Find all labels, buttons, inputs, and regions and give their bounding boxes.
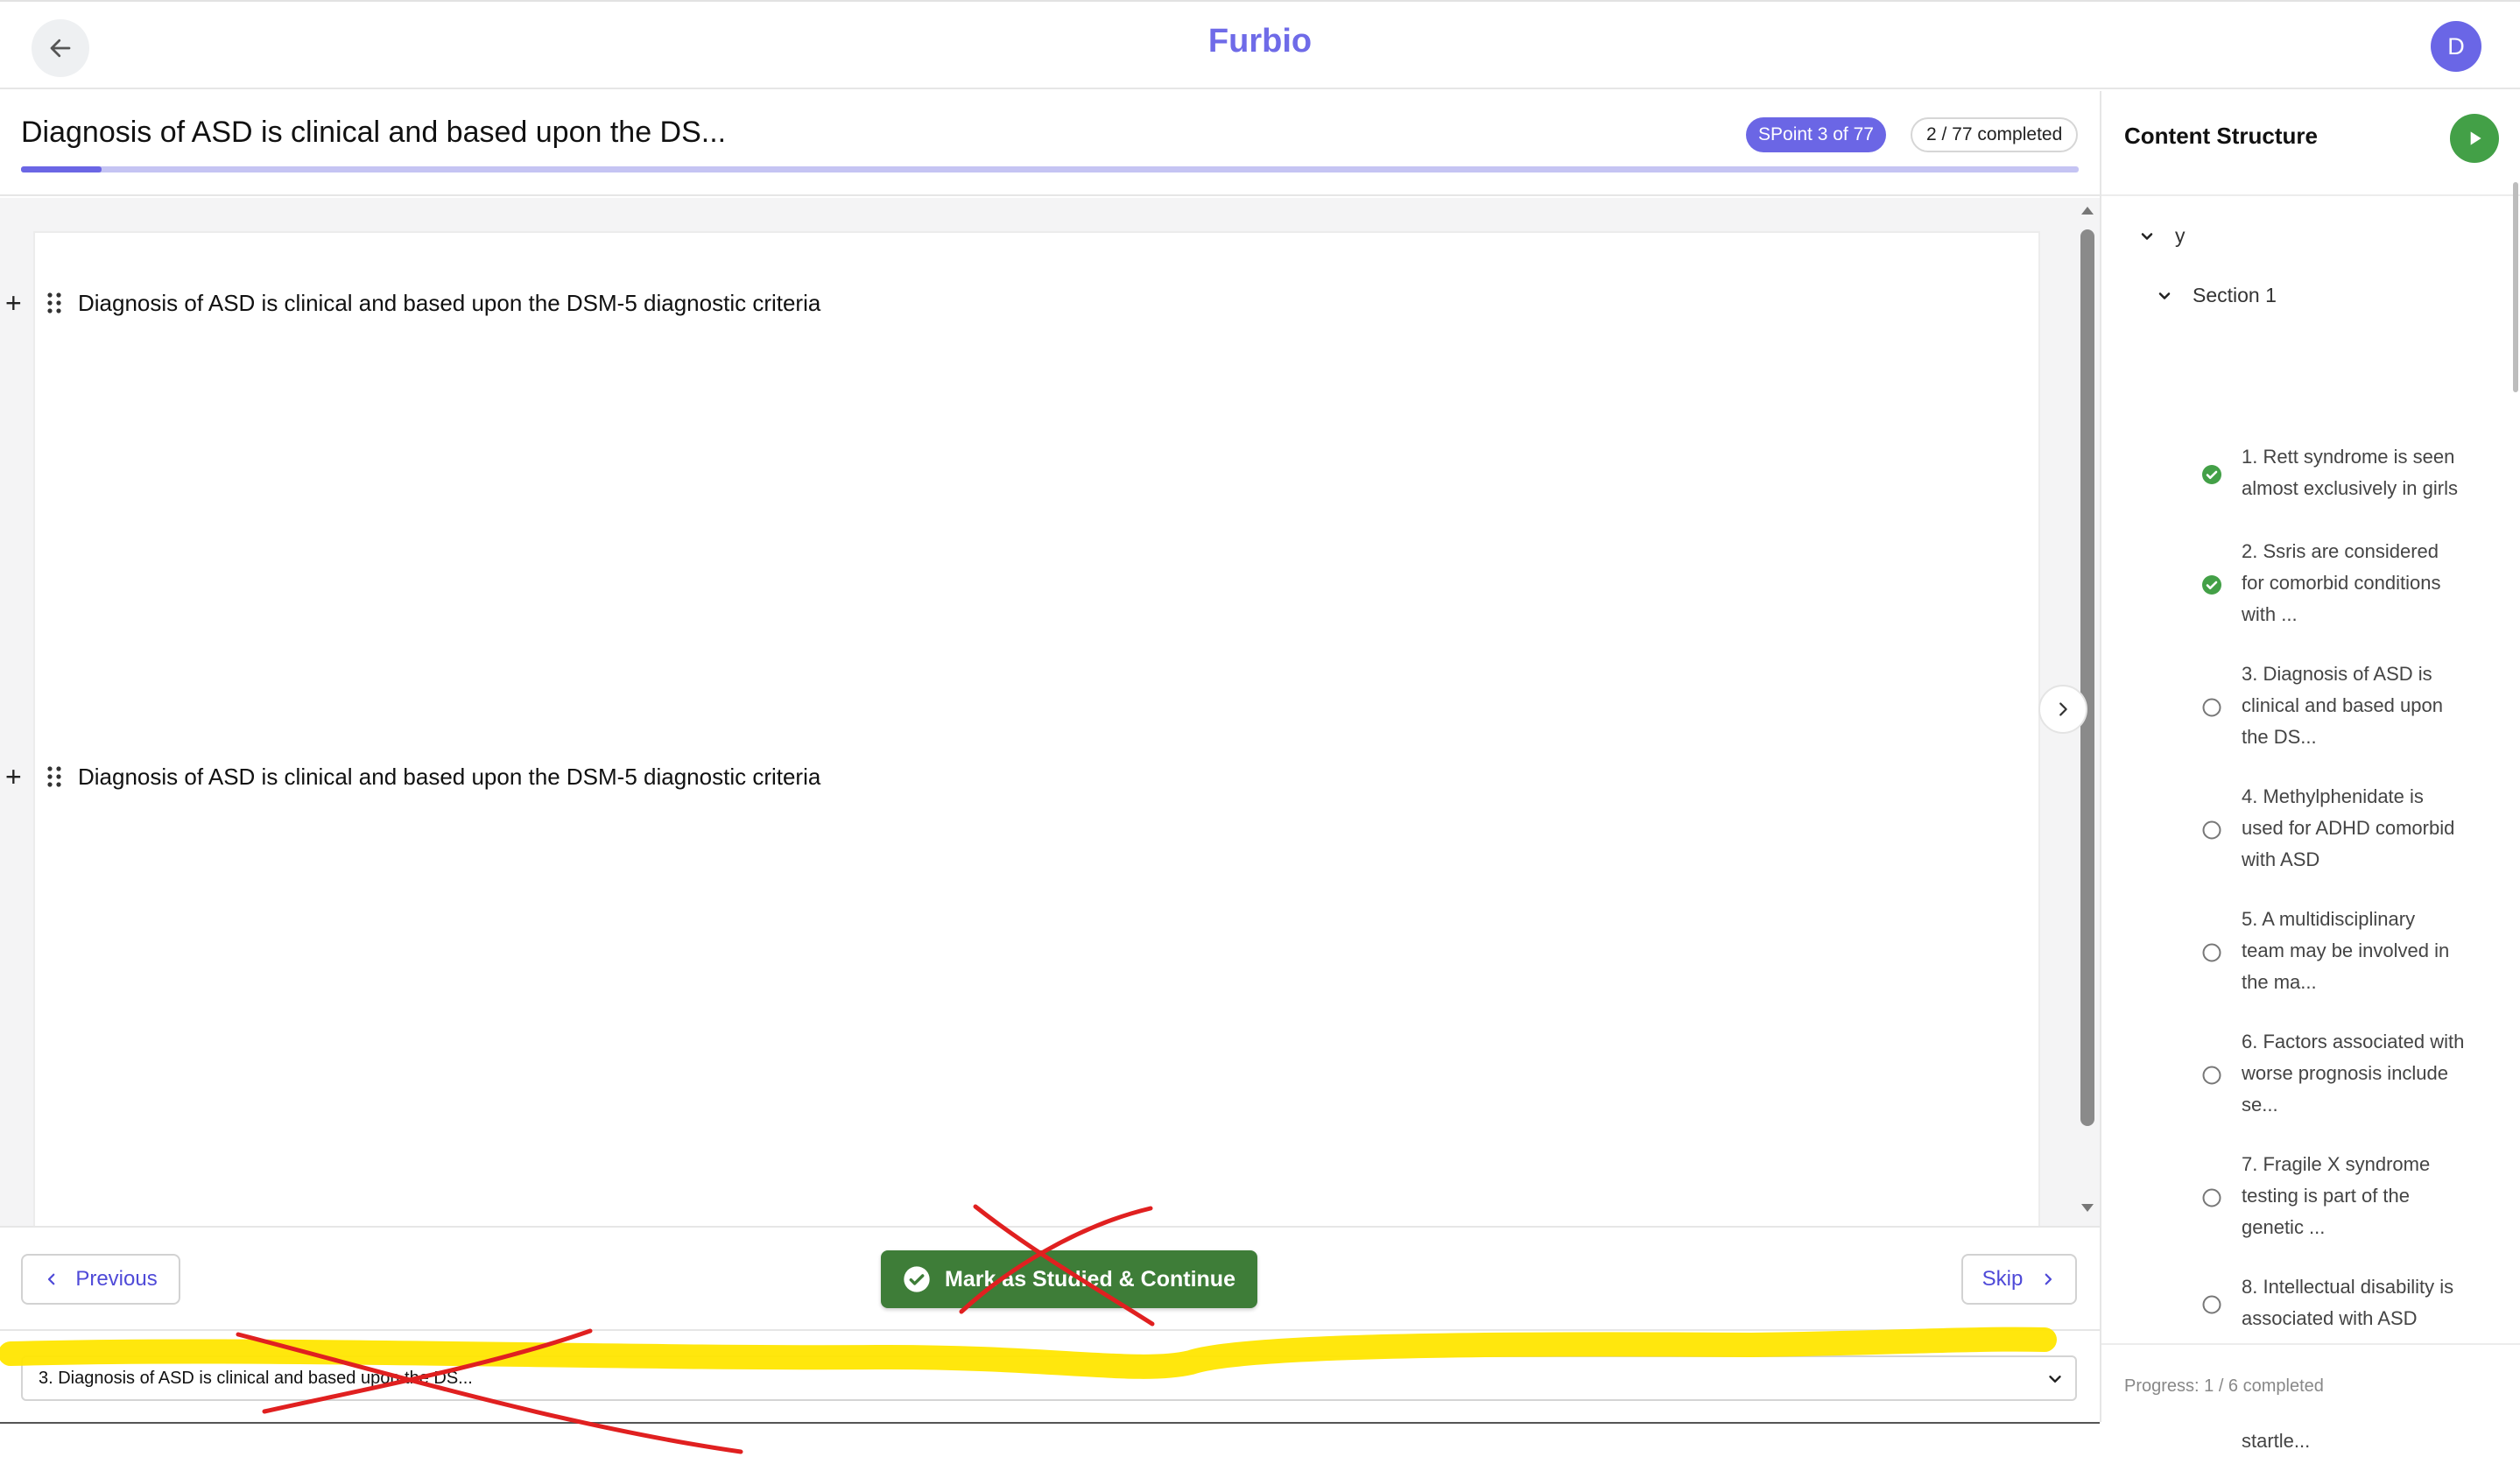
- empty-circle-icon: [2202, 820, 2221, 840]
- tree-item-label-line: associated with ASD: [2242, 1307, 2418, 1329]
- plus-icon[interactable]: +: [5, 289, 26, 317]
- check-circle-icon: [904, 1266, 930, 1292]
- skip-button-label: Skip: [1982, 1267, 2024, 1291]
- tree-item-label-line: 7. Fragile X syndrome: [2242, 1153, 2431, 1175]
- skip-button[interactable]: Skip: [1961, 1254, 2077, 1305]
- tree-item-label-line: for comorbid conditions: [2242, 572, 2441, 594]
- drag-handle-icon[interactable]: [46, 291, 63, 315]
- mark-studied-label: Mark as Studied & Continue: [945, 1266, 1235, 1292]
- chevron-down-icon: [2141, 232, 2153, 240]
- editor-area: [0, 198, 2100, 1226]
- scroll-up-icon[interactable]: [2079, 203, 2096, 217]
- check-circle-icon: [2202, 465, 2221, 484]
- tree-item-label-line: 4. Methylphenidate is: [2242, 785, 2424, 807]
- lesson-title-bar: Diagnosis of ASD is clinical and based u…: [0, 91, 2100, 196]
- empty-circle-icon: [2202, 1066, 2221, 1085]
- point-select-value: 3. Diagnosis of ASD is clinical and base…: [39, 1368, 473, 1388]
- block-text[interactable]: Diagnosis of ASD is clinical and based u…: [78, 764, 820, 791]
- mark-studied-continue-button[interactable]: Mark as Studied & Continue: [881, 1250, 1257, 1308]
- tree-item-label-line: testing is part of the: [2242, 1185, 2410, 1207]
- drag-handle-icon[interactable]: [46, 764, 63, 789]
- lesson-progress-fill: [21, 166, 102, 172]
- back-button[interactable]: [32, 19, 89, 77]
- tree-section-toggle[interactable]: Section 1: [2156, 284, 2277, 307]
- tree-item-label-line: with ASD: [2242, 848, 2320, 870]
- play-button[interactable]: [2450, 114, 2499, 163]
- tree-item-label-line: almost exclusively in girls: [2242, 477, 2458, 499]
- tree-section-label: Section 1: [2193, 284, 2277, 306]
- tree-item-label-line: 5. A multidisciplinary: [2242, 908, 2416, 930]
- play-icon: [2470, 131, 2481, 145]
- tree-item-label-line: the ma...: [2242, 971, 2317, 993]
- chevron-left-icon: [48, 1273, 55, 1285]
- point-select-bar: 3. Diagnosis of ASD is clinical and base…: [0, 1329, 2100, 1422]
- tree-item-label-line: used for ADHD comorbid: [2242, 817, 2455, 839]
- empty-circle-icon: [2202, 698, 2221, 717]
- tree-item-label-line: with ...: [2242, 603, 2298, 625]
- tree-item-label-line: genetic ...: [2242, 1216, 2326, 1238]
- tree-item-label: 3. Diagnosis of ASD is clinical and based…: [2242, 658, 2504, 753]
- tree-item-label: 6. Factors associated with worse prognosi…: [2242, 1026, 2504, 1121]
- tree-item-label-line: clinical and based upon: [2242, 694, 2443, 716]
- chevron-down-icon: [2158, 292, 2171, 299]
- tree-item-label-line: team may be involved in: [2242, 940, 2450, 961]
- chevron-down-icon: [2049, 1376, 2061, 1383]
- empty-circle-icon: [2202, 1295, 2221, 1314]
- plus-icon[interactable]: +: [5, 763, 26, 791]
- sidebar-scrollbar-thumb[interactable]: [2513, 182, 2518, 392]
- page-title: Diagnosis of ASD is clinical and based u…: [21, 116, 727, 149]
- spoint-badge: SPoint 3 of 77: [1746, 117, 1886, 152]
- tree-item-label-line: worse prognosis include: [2242, 1062, 2449, 1084]
- tree-item-label-line: 6. Factors associated with: [2242, 1031, 2465, 1052]
- tree-item-label: 5. A multidisciplinary team may be involv…: [2242, 904, 2504, 998]
- tree-item-label-line: 2. Ssris are considered: [2242, 540, 2439, 562]
- sidebar-progress-text: Progress: 1 / 6 completed: [2124, 1376, 2324, 1396]
- tree-item-label: 2. Ssris are considered for comorbid cond…: [2242, 536, 2504, 630]
- block-text[interactable]: Diagnosis of ASD is clinical and based u…: [78, 290, 820, 317]
- bottom-divider: [0, 1422, 2100, 1424]
- tree-item-label-line: the DS...: [2242, 726, 2317, 748]
- empty-circle-icon: [2202, 943, 2221, 962]
- editor-card: [33, 231, 2040, 1226]
- tree-item-label: 1. Rett syndrome is seen almost exclusive…: [2242, 441, 2504, 504]
- arrow-left-icon: [50, 39, 71, 58]
- check-circle-icon: [2202, 575, 2221, 595]
- tree-root-label: y: [2175, 224, 2186, 247]
- tree-root-toggle[interactable]: y: [2138, 224, 2186, 248]
- tree-item-label-line: 1. Rett syndrome is seen: [2242, 446, 2455, 468]
- editor-scrollbar-thumb[interactable]: [2080, 229, 2094, 1126]
- sidebar-title: Content Structure: [2124, 123, 2318, 149]
- completed-count-badge: 2 / 77 completed: [1911, 117, 2079, 152]
- sidebar-divider: [2101, 194, 2520, 196]
- lesson-progress-bar: [21, 166, 2079, 172]
- tree-item-label-line: startle...: [2242, 1430, 2311, 1452]
- sidebar-footer: Progress: 1 / 6 completed: [2101, 1343, 2520, 1422]
- tree-item-label: 4. Methylphenidate is used for ADHD comor…: [2242, 781, 2504, 876]
- chevron-right-icon: [2059, 702, 2067, 716]
- user-avatar[interactable]: D: [2431, 21, 2481, 72]
- app-header: Furbio D: [0, 0, 2520, 89]
- empty-circle-icon: [2202, 1188, 2221, 1207]
- previous-button-label: Previous: [75, 1267, 158, 1291]
- tree-item-label: 8. Intellectual disability is associated …: [2242, 1271, 2504, 1334]
- point-select-dropdown[interactable]: 3. Diagnosis of ASD is clinical and base…: [21, 1355, 2077, 1401]
- navigation-bar: Previous Mark as Studied & Continue Skip: [0, 1226, 2100, 1329]
- tree-item-label-line: 3. Diagnosis of ASD is: [2242, 663, 2432, 685]
- chevron-right-icon: [2045, 1273, 2052, 1285]
- next-point-arrow-button[interactable]: [2038, 685, 2087, 734]
- brand-logo-text: Furbio: [1207, 23, 1313, 60]
- tree-item-label-line: se...: [2242, 1094, 2278, 1116]
- scroll-down-icon[interactable]: [2079, 1201, 2096, 1215]
- tree-item-label: 7. Fragile X syndrome testing is part of …: [2242, 1149, 2504, 1243]
- tree-item-label-line: 8. Intellectual disability is: [2242, 1276, 2454, 1298]
- content-structure-panel: Content Structure y Section 1 1. Rett sy…: [2100, 91, 2520, 1452]
- previous-button[interactable]: Previous: [21, 1254, 180, 1305]
